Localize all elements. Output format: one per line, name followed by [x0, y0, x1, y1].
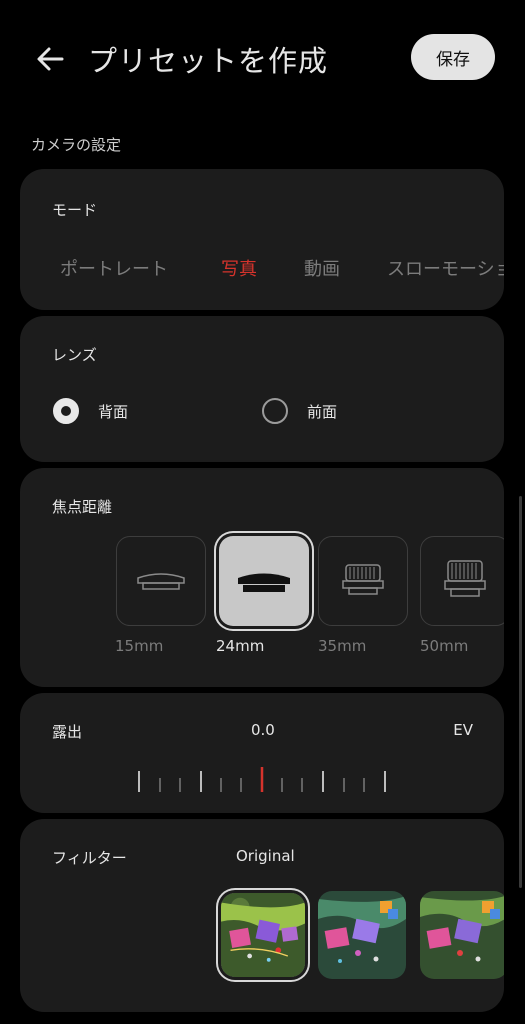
exposure-value: 0.0	[251, 721, 275, 739]
focal-caption-24mm: 24mm	[216, 637, 265, 655]
filter-thumbnail-original[interactable]	[221, 893, 305, 977]
exposure-card: 露出 0.0 EV	[20, 693, 504, 813]
lens-card: レンズ 背面 前面	[20, 316, 504, 462]
exposure-slider[interactable]	[20, 765, 504, 795]
filter-card: フィルター Original	[20, 819, 504, 1012]
focal-option-15mm[interactable]	[116, 536, 206, 626]
lens-option-rear[interactable]: 背面	[53, 398, 128, 424]
mode-item-photo[interactable]: 写真	[221, 255, 257, 281]
lens-15mm-icon	[137, 573, 185, 590]
mode-item-portrait[interactable]: ポートレート	[60, 255, 168, 281]
exposure-ruler	[138, 767, 386, 792]
game-scene-thumbnail	[318, 891, 406, 979]
game-scene-thumbnail	[420, 891, 504, 979]
lens-title: レンズ	[52, 346, 97, 364]
focal-caption-35mm: 35mm	[318, 637, 367, 655]
game-scene-thumbnail	[221, 893, 305, 977]
lens-24mm-icon	[238, 573, 290, 592]
lens-option-front[interactable]: 前面	[262, 398, 337, 424]
mode-title: モード	[52, 201, 98, 219]
focal-length-card: 焦点距離 15mm 24mm 35mm 50mm	[20, 468, 504, 687]
header: プリセットを作成 保存	[0, 0, 525, 120]
filter-title: フィルター	[52, 849, 127, 867]
save-button[interactable]: 保存	[411, 34, 495, 80]
lens-option-front-label: 前面	[307, 402, 338, 421]
focal-option-24mm[interactable]	[219, 536, 309, 626]
filter-thumbnail-3[interactable]	[420, 891, 504, 979]
focal-option-35mm[interactable]	[318, 536, 408, 626]
focal-option-50mm[interactable]	[420, 536, 504, 626]
lens-50mm-icon	[444, 560, 486, 597]
filter-thumbnail-2[interactable]	[318, 891, 406, 979]
mode-item-video[interactable]: 動画	[304, 255, 340, 281]
page-title: プリセットを作成	[88, 44, 329, 78]
section-label-camera-settings: カメラの設定	[31, 136, 122, 154]
focal-length-title: 焦点距離	[52, 498, 113, 516]
back-arrow-icon[interactable]	[30, 40, 70, 80]
mode-card: モード ポートレート 写真 動画 スローモーション	[20, 169, 504, 310]
focal-caption-50mm: 50mm	[420, 637, 469, 655]
scrollbar[interactable]	[519, 496, 522, 888]
focal-caption-15mm: 15mm	[115, 637, 164, 655]
lens-option-rear-label: 背面	[98, 402, 129, 421]
filter-selected-name: Original	[236, 847, 295, 865]
radio-unchecked-icon[interactable]	[262, 398, 288, 424]
mode-item-slow-motion[interactable]: スローモーション	[387, 255, 504, 281]
mode-selector[interactable]: ポートレート 写真 動画 スローモーション	[20, 255, 504, 285]
exposure-unit: EV	[453, 721, 473, 739]
lens-35mm-icon	[342, 564, 384, 595]
radio-checked-icon[interactable]	[53, 398, 79, 424]
exposure-title: 露出	[52, 723, 83, 741]
